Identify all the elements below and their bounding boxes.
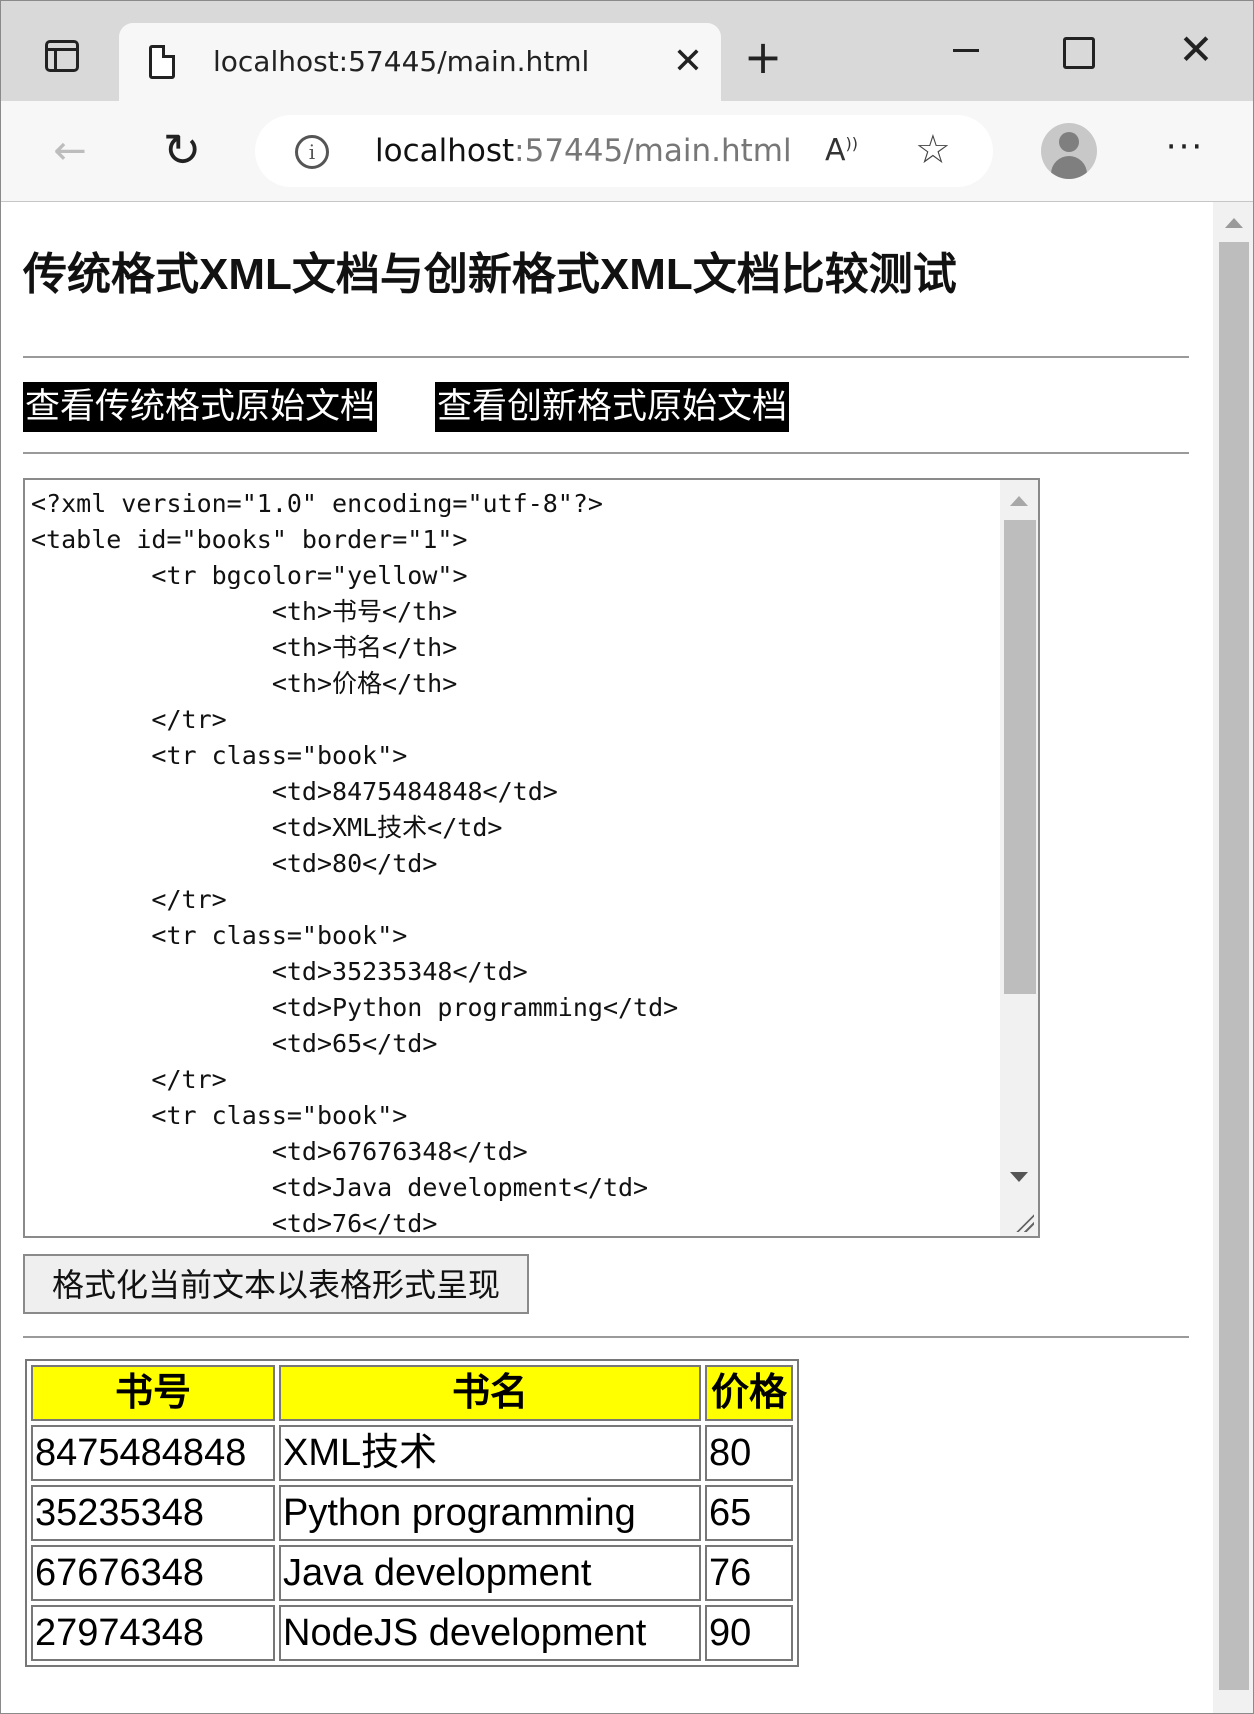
- page-title: 传统格式XML文档与创新格式XML文档比较测试: [23, 250, 957, 299]
- reload-icon[interactable]: ↻: [157, 125, 207, 175]
- scroll-down-arrow-icon[interactable]: [1010, 1172, 1028, 1182]
- xml-textarea[interactable]: <?xml version="1.0" encoding="utf-8"?> <…: [23, 478, 1040, 1238]
- format-table-button[interactable]: 格式化当前文本以表格形式呈现: [23, 1254, 529, 1314]
- cell-book-id: 67676348: [31, 1545, 275, 1601]
- textarea-scrollbar[interactable]: [1000, 480, 1038, 1236]
- resize-handle-icon[interactable]: [1016, 1214, 1034, 1232]
- page-icon: [149, 45, 175, 79]
- divider: [23, 356, 1189, 358]
- minimize-button[interactable]: [945, 27, 989, 71]
- page-scroll-thumb[interactable]: [1219, 242, 1249, 1690]
- header-book-id: 书号: [31, 1365, 275, 1421]
- cell-book-name: Java development: [279, 1545, 701, 1601]
- new-tab-button[interactable]: +: [741, 34, 785, 81]
- header-book-name: 书名: [279, 1365, 701, 1421]
- scroll-up-arrow-icon[interactable]: [1010, 496, 1028, 506]
- cell-book-id: 8475484848: [31, 1425, 275, 1481]
- table-row: 67676348 Java development 76: [31, 1545, 793, 1601]
- cell-price: 80: [705, 1425, 793, 1481]
- cell-book-id: 27974348: [31, 1605, 275, 1661]
- tab-bar: localhost:57445/main.html ✕ + ✕: [1, 1, 1253, 101]
- tab-title: localhost:57445/main.html: [213, 45, 590, 78]
- cell-book-id: 35235348: [31, 1485, 275, 1541]
- books-table: 书号 书名 价格 8475484848 XML技术 80 35235348 Py…: [25, 1359, 799, 1667]
- view-innovative-button[interactable]: 查看创新格式原始文档: [435, 382, 790, 432]
- tab-actions-button[interactable]: [23, 23, 109, 101]
- read-aloud-icon[interactable]: A)): [825, 133, 858, 168]
- cell-price: 65: [705, 1485, 793, 1541]
- divider: [23, 1336, 1189, 1338]
- cell-price: 76: [705, 1545, 793, 1601]
- maximize-button[interactable]: [1063, 37, 1095, 69]
- window-close-button[interactable]: ✕: [1171, 25, 1221, 75]
- table-header-row: 书号 书名 价格: [31, 1365, 793, 1421]
- header-price: 价格: [705, 1365, 793, 1421]
- cell-price: 90: [705, 1605, 793, 1661]
- profile-avatar[interactable]: [1041, 123, 1097, 179]
- url-rest: :57445/main.html: [514, 133, 792, 169]
- url-host: localhost: [375, 133, 515, 169]
- table-row: 8475484848 XML技术 80: [31, 1425, 793, 1481]
- tab-close-icon[interactable]: ✕: [667, 41, 709, 83]
- cell-book-name: XML技术: [279, 1425, 701, 1481]
- back-arrow-icon[interactable]: ←: [45, 131, 95, 171]
- view-traditional-button[interactable]: 查看传统格式原始文档: [23, 382, 378, 432]
- table-row: 27974348 NodeJS development 90: [31, 1605, 793, 1661]
- page-scrollbar[interactable]: [1213, 202, 1253, 1713]
- more-menu-icon[interactable]: ···: [1161, 127, 1209, 167]
- xml-source-text[interactable]: <?xml version="1.0" encoding="utf-8"?> <…: [31, 486, 678, 1236]
- cell-book-name: NodeJS development: [279, 1605, 701, 1661]
- url-text[interactable]: localhost:57445/main.html: [375, 133, 792, 169]
- info-icon[interactable]: i: [295, 135, 329, 169]
- add-favorite-icon[interactable]: ☆: [915, 127, 951, 173]
- cell-book-name: Python programming: [279, 1485, 701, 1541]
- table-row: 35235348 Python programming 65: [31, 1485, 793, 1541]
- divider: [23, 452, 1189, 454]
- browser-window: localhost:57445/main.html ✕ + ✕ ← ↻ i lo…: [0, 0, 1254, 1714]
- page-viewport: 传统格式XML文档与创新格式XML文档比较测试 查看传统格式原始文档 查看创新格…: [1, 202, 1213, 1713]
- browser-toolbar: ← ↻ i localhost:57445/main.html A)) ☆ ··…: [1, 101, 1253, 202]
- tab-main[interactable]: localhost:57445/main.html ✕: [119, 23, 721, 101]
- scroll-thumb[interactable]: [1004, 520, 1036, 994]
- address-bar[interactable]: i localhost:57445/main.html A)) ☆: [255, 115, 993, 187]
- tab-actions-icon: [45, 40, 79, 72]
- scroll-up-arrow-icon[interactable]: [1225, 218, 1243, 228]
